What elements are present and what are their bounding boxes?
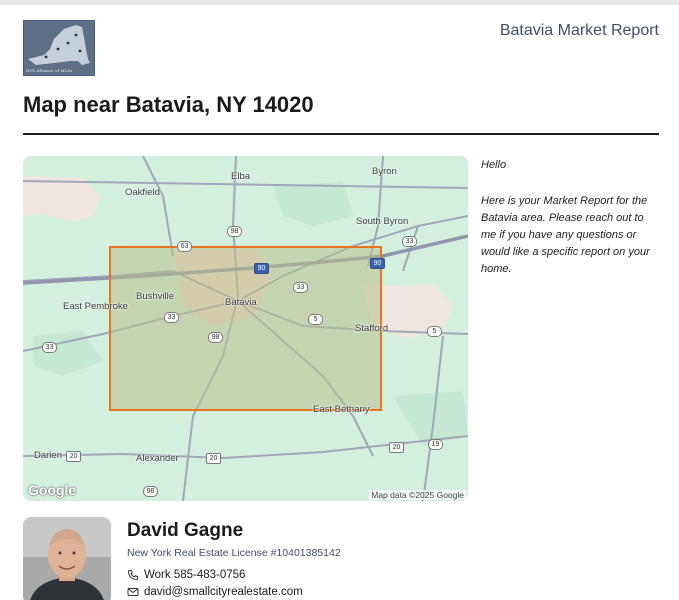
report-title: Batavia Market Report — [499, 22, 659, 39]
area-map[interactable]: Elba Byron Oakfield South Byron Bushvill… — [23, 156, 468, 501]
route-98-shield-bottom: 98 — [143, 486, 158, 497]
page-title: Map near Batavia, NY 14020 — [23, 92, 314, 117]
agent-message: Hello Here is your Market Report for the… — [481, 157, 661, 297]
agent-name: David Gagne — [127, 520, 244, 541]
title-divider — [23, 133, 659, 135]
route-5-shield-center: 5 — [308, 314, 323, 325]
map-label-oakfield: Oakfield — [125, 187, 160, 198]
interstate-90-shield: 90 — [254, 263, 269, 274]
route-5-shield-east: 5 — [427, 326, 442, 337]
logo-caption: NYS Alliance of MLSs — [26, 68, 73, 73]
map-label-elba: Elba — [231, 171, 251, 182]
map-label-darien: Darien — [34, 450, 62, 461]
map-label-east-bethany: East Bethany — [313, 404, 370, 415]
agent-license: New York Real Estate License #1040138514… — [127, 547, 341, 559]
email-icon — [127, 588, 139, 596]
route-98-shield-north: 98 — [227, 226, 242, 237]
agent-email[interactable]: david@smallcityrealestate.com — [127, 586, 303, 598]
agent-avatar — [23, 517, 111, 600]
message-greeting: Hello — [481, 159, 507, 171]
message-body: Here is your Market Report for the Batav… — [481, 195, 650, 275]
map-label-byron: Byron — [372, 166, 397, 177]
us-20-shield-east: 20 — [389, 442, 404, 453]
map-label-bushville: Bushville — [136, 291, 175, 302]
work-phone-text: Work 585-483-0756 — [144, 569, 246, 581]
us-20-shield-darien: 20 — [66, 451, 81, 462]
route-33-shield-west: 33 — [164, 312, 179, 323]
map-label-alexander: Alexander — [136, 453, 179, 464]
map-attribution[interactable]: Map data ©2025 Google — [369, 490, 466, 500]
top-strip — [0, 0, 679, 5]
route-19-shield: 19 — [428, 439, 443, 450]
map-label-east-pembroke: East Pembroke — [63, 301, 128, 312]
google-logo[interactable]: Google — [28, 482, 76, 498]
interstate-90-shield-east: 90 — [370, 258, 385, 269]
route-33-shield-center: 33 — [293, 282, 308, 293]
map-label-south-byron: South Byron — [356, 216, 409, 227]
us-20-shield-alexander: 20 — [206, 453, 221, 464]
route-98-shield-south: 98 — [208, 332, 223, 343]
route-33-shield-left: 33 — [42, 342, 57, 353]
brokerage-logo[interactable]: NYS Alliance of MLSs — [23, 20, 95, 76]
route-63-shield: 63 — [177, 241, 192, 252]
email-text: david@smallcityrealestate.com — [144, 586, 303, 598]
phone-icon — [127, 570, 138, 581]
map-label-stafford: Stafford — [355, 323, 389, 334]
agent-photo — [23, 517, 111, 600]
agent-work-phone[interactable]: Work 585-483-0756 — [127, 569, 245, 581]
map-label-batavia: Batavia — [225, 297, 257, 308]
route-33-shield-northeast: 33 — [402, 236, 417, 247]
